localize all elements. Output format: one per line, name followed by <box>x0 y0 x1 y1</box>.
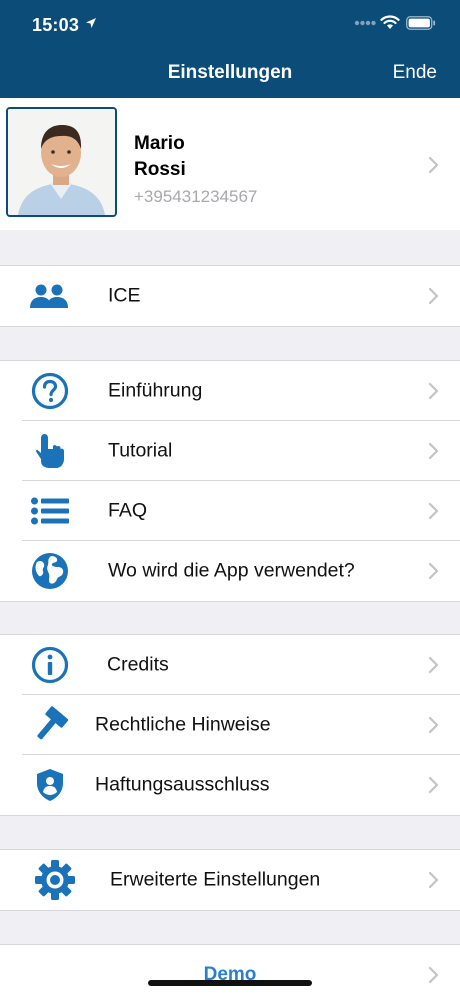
avatar <box>6 107 117 217</box>
chevron-right-icon <box>428 966 439 984</box>
chevron-right-icon <box>428 156 439 174</box>
settings-row-where-used[interactable]: Wo wird die App verwendet? <box>22 541 460 601</box>
settings-row-label: Rechtliche Hinweise <box>95 713 271 735</box>
question-circle-icon <box>31 372 69 409</box>
info-circle-icon <box>31 646 69 683</box>
profile-card[interactable]: Mario Rossi +395431234567 <box>0 98 460 230</box>
globe-icon <box>32 553 68 589</box>
battery-icon <box>406 16 436 30</box>
settings-row-label: Haftungsausschluss <box>95 773 270 796</box>
chevron-right-icon <box>428 871 439 889</box>
settings-row-ice[interactable]: ICE <box>22 266 460 326</box>
list-icon <box>31 497 69 524</box>
chevron-right-icon <box>428 776 439 794</box>
settings-row-credits[interactable]: Credits <box>22 635 460 695</box>
settings-row-tutorial[interactable]: Tutorial <box>22 421 460 481</box>
info-group: Credits Rechtliche Hinweise Haftungsauss… <box>0 634 460 816</box>
contacts-group-icon <box>30 284 68 308</box>
help-group: Einführung Tutorial FAQ Wo wird die App … <box>0 360 460 602</box>
home-indicator[interactable] <box>148 980 312 986</box>
chevron-right-icon <box>428 502 439 520</box>
location-arrow-icon <box>86 18 96 28</box>
done-button[interactable]: Ende <box>393 62 437 84</box>
settings-row-advanced[interactable]: Erweiterte Einstellungen <box>22 850 460 910</box>
profile-name: Mario Rossi <box>134 131 186 183</box>
chevron-right-icon <box>428 382 439 400</box>
touch-finger-icon <box>36 433 64 468</box>
settings-row-label: ICE <box>108 284 141 307</box>
chevron-right-icon <box>428 442 439 460</box>
advanced-group: Erweiterte Einstellungen <box>0 849 460 911</box>
profile-phone: +395431234567 <box>134 187 258 206</box>
settings-row-disclaimer[interactable]: Haftungsausschluss <box>22 755 460 815</box>
page-title: Einstellungen <box>167 62 293 83</box>
settings-row-label: Credits <box>107 653 169 675</box>
settings-row-label: FAQ <box>108 499 148 521</box>
settings-row-label: Erweiterte Einstellungen <box>110 868 321 891</box>
ice-group: ICE <box>0 265 460 327</box>
settings-row-label: Wo wird die App verwendet? <box>108 559 355 582</box>
profile-last-name: Rossi <box>134 159 186 180</box>
cellular-signal-icon <box>354 20 376 26</box>
settings-row-label: Tutorial <box>108 439 173 461</box>
navigation-bar: 15:03 Einstellungen Ende <box>0 0 460 98</box>
gavel-icon <box>37 705 69 739</box>
status-time: 15:03 <box>32 15 80 35</box>
profile-first-name: Mario <box>134 133 185 154</box>
settings-row-intro[interactable]: Einführung <box>22 361 460 421</box>
settings-row-legal[interactable]: Rechtliche Hinweise <box>22 695 460 755</box>
chevron-right-icon <box>428 287 439 305</box>
wifi-icon <box>380 15 400 29</box>
gear-icon <box>35 860 75 900</box>
shield-user-icon <box>37 769 63 801</box>
chevron-right-icon <box>428 656 439 674</box>
demo-row[interactable]: Demo <box>0 944 460 996</box>
profile-photo <box>8 109 115 215</box>
chevron-right-icon <box>428 562 439 580</box>
settings-row-faq[interactable]: FAQ <box>22 481 460 541</box>
chevron-right-icon <box>428 716 439 734</box>
settings-row-label: Einführung <box>108 379 203 401</box>
